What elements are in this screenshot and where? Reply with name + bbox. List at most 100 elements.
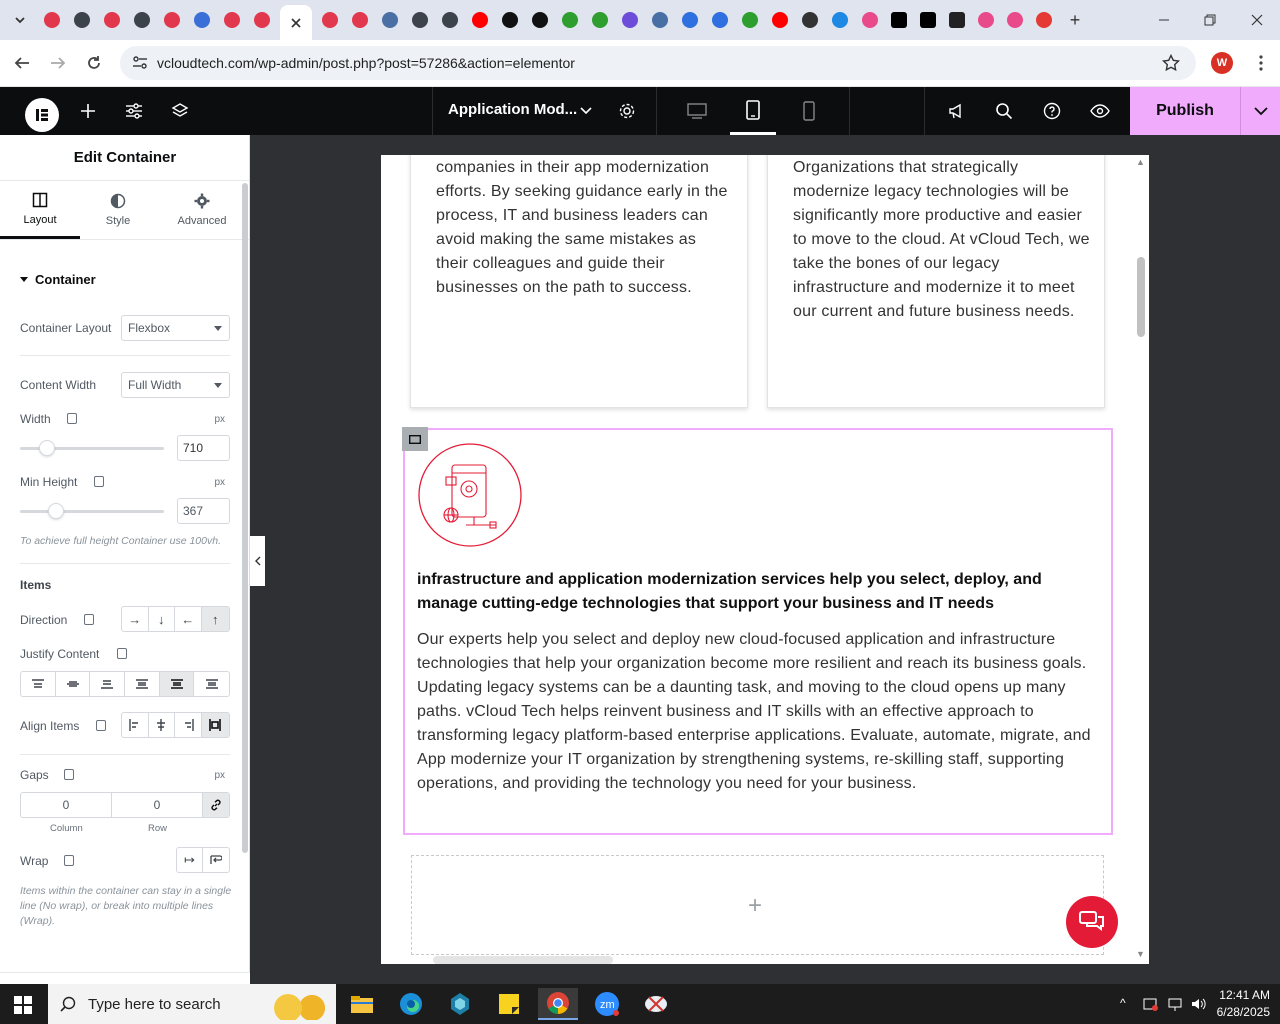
preview-eye-icon[interactable] [1088,87,1112,135]
browser-tab-ring-icon[interactable] [857,7,883,33]
browser-tab-x-icon[interactable] [886,7,912,33]
show-hidden-icons-chevron-icon[interactable]: ^ [1120,996,1126,1010]
elementor-logo-icon[interactable] [25,98,59,132]
align-end-icon[interactable] [175,713,202,737]
url-text[interactable]: vcloudtech.com/wp-admin/post.php?post=57… [157,55,575,71]
notifications-megaphone-icon[interactable] [944,87,968,135]
collapse-panel-chevron-left-icon[interactable] [250,536,265,586]
service-card-right[interactable]: intelligence and machine learning tools.… [767,155,1105,408]
browser-tab-elementor-icon[interactable] [249,7,275,33]
mobile-view-icon[interactable] [798,87,820,135]
content-width-select[interactable]: Full Width [121,372,230,398]
browser-tab-lightning-icon[interactable] [737,7,763,33]
min-height-unit-select[interactable]: px [214,477,225,488]
responsive-device-icon[interactable] [64,855,74,866]
responsive-device-icon[interactable] [94,476,104,487]
align-stretch-icon[interactable] [201,713,229,737]
browser-tab-x-icon[interactable] [915,7,941,33]
justify-start-icon[interactable] [21,672,56,696]
empty-container-drop-zone[interactable]: + [411,855,1104,955]
no-wrap-icon[interactable]: ↦ [177,848,204,872]
browser-tab-edge-icon[interactable] [189,7,215,33]
browser-tab-wp-icon[interactable] [437,7,463,33]
browser-tab-dots-icon[interactable] [677,7,703,33]
site-settings-icon[interactable] [122,87,146,135]
back-icon[interactable] [11,52,33,74]
min-height-slider-track[interactable] [20,510,164,513]
structure-layers-icon[interactable] [168,87,192,135]
browser-tab-wp-icon[interactable] [129,7,155,33]
align-start-icon[interactable] [122,713,149,737]
browser-tab-openai-icon[interactable] [527,7,553,33]
sticky-notes-icon[interactable] [489,988,529,1020]
align-center-icon[interactable] [149,713,176,737]
responsive-device-icon[interactable] [84,614,94,625]
windows-start-icon[interactable] [14,996,32,1014]
document-title[interactable]: Application Mod... [448,101,577,118]
tab-advanced[interactable]: Advanced [162,181,242,239]
page-settings-gear-icon[interactable] [614,87,640,135]
meet-now-icon[interactable] [1143,996,1159,1012]
forward-icon[interactable] [47,52,69,74]
scroll-up-arrow-icon[interactable]: ▲ [1136,157,1146,169]
browser-tab-hat-icon[interactable] [797,7,823,33]
active-tab-close-icon[interactable] [280,5,312,40]
min-height-input[interactable]: 367 [177,498,230,524]
responsive-device-icon[interactable] [96,720,106,731]
publish-button[interactable]: Publish [1130,87,1240,135]
browser-tab-elementor-icon[interactable] [219,7,245,33]
browser-tab-youtube-icon[interactable] [767,7,793,33]
edge-browser-icon[interactable] [391,988,431,1020]
justify-space-between-icon[interactable] [125,672,160,696]
bookmark-star-icon[interactable] [1162,54,1180,72]
width-input[interactable]: 710 [177,435,230,461]
app-diamond-icon[interactable] [440,988,480,1020]
width-unit-select[interactable]: px [214,414,225,425]
browser-tab-elementor-icon[interactable] [159,7,185,33]
address-bar[interactable]: vcloudtech.com/wp-admin/post.php?post=57… [120,46,1196,80]
browser-tab-chart-icon[interactable] [377,7,403,33]
justify-center-icon[interactable] [56,672,91,696]
justify-space-evenly-icon[interactable] [194,672,229,696]
browser-tab-chart-icon[interactable] [647,7,673,33]
browser-tab-cloud-icon[interactable] [827,7,853,33]
gap-column-input[interactable]: 0 [21,793,112,817]
browser-tab-openai-icon[interactable] [497,7,523,33]
panel-scrollbar[interactable] [242,183,248,853]
site-info-icon[interactable] [132,56,148,70]
browser-tab-spiral-icon[interactable] [617,7,643,33]
browser-tab-elementor-icon[interactable] [347,7,373,33]
browser-tab-n-icon[interactable] [944,7,970,33]
close-window-button[interactable] [1245,8,1269,32]
browser-tab-wp-icon[interactable] [407,7,433,33]
browser-tab-pen-icon[interactable] [1031,7,1057,33]
responsive-device-icon[interactable] [64,769,74,780]
system-clock[interactable]: 12:41 AM 6/28/2025 [1217,987,1270,1021]
browser-tab-ring-icon[interactable] [973,7,999,33]
tab-layout[interactable]: Layout [0,181,80,239]
link-values-icon[interactable] [203,793,229,817]
snipping-tool-icon[interactable] [636,988,676,1020]
justify-end-icon[interactable] [90,672,126,696]
page-horizontal-scrollbar[interactable] [433,956,613,964]
gaps-unit-select[interactable]: px [214,770,225,781]
service-card-left[interactable]: expertise that has helped countless comp… [410,155,748,408]
direction-row-reverse-arrow-left-icon[interactable]: ← [175,607,202,631]
browser-tab-dots-icon[interactable] [707,7,733,33]
desktop-view-icon[interactable] [683,87,711,135]
tab-style[interactable]: Style [78,181,158,239]
network-icon[interactable] [1167,996,1183,1012]
direction-column-arrow-down-icon[interactable]: ↓ [149,607,176,631]
browser-tab-lightning-icon[interactable] [587,7,613,33]
file-explorer-icon[interactable] [342,988,382,1020]
help-icon[interactable] [1040,87,1064,135]
new-tab-button[interactable]: + [1063,8,1087,32]
scroll-down-arrow-icon[interactable]: ▼ [1136,949,1146,961]
container-section-toggle[interactable]: Container [20,272,96,287]
tablet-view-icon[interactable] [730,87,776,135]
reload-icon[interactable] [83,52,105,74]
gap-row-input[interactable]: 0 [112,793,203,817]
minimize-button[interactable] [1152,8,1176,32]
profile-avatar[interactable]: W [1211,52,1233,74]
min-height-slider-handle[interactable] [48,503,64,519]
